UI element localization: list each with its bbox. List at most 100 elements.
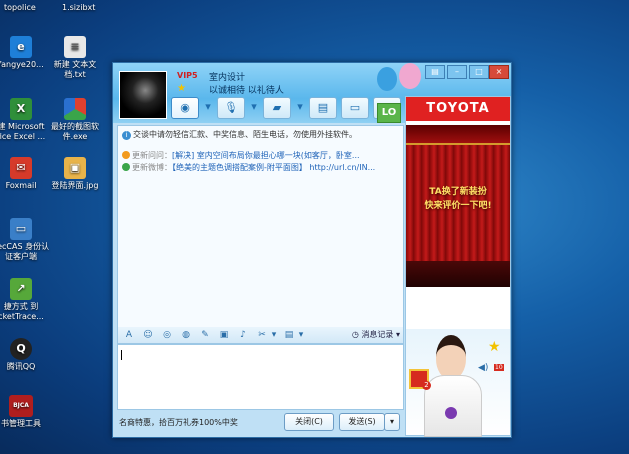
lo-badge[interactable]: LO bbox=[377, 103, 401, 123]
folder-icon: ▰ bbox=[272, 101, 282, 114]
brand-banner[interactable]: TOYOTA bbox=[406, 97, 510, 121]
image-icon[interactable]: ▣ bbox=[216, 328, 232, 342]
send-button[interactable]: 发送(S) bbox=[339, 413, 385, 431]
foxmail-icon: ✉ bbox=[10, 157, 32, 179]
close-window-button[interactable]: × bbox=[489, 65, 509, 79]
curtain-top bbox=[406, 125, 510, 145]
desktop-icon-label: fangye20... bbox=[0, 60, 44, 69]
shortcut-icon: ↗ bbox=[10, 278, 32, 300]
qq-icon: Q bbox=[10, 338, 32, 360]
stage-ad-line2: 快来评价一下吧! bbox=[424, 201, 492, 211]
desktop-icon-label: 登陆界面.jpg bbox=[51, 181, 99, 190]
doodle-icon[interactable]: ✎ bbox=[197, 328, 213, 342]
maximize-button[interactable]: □ bbox=[469, 65, 489, 79]
chat-bubble-button[interactable]: ▤ bbox=[309, 97, 337, 119]
chat-footer: 名商特惠，拾百万礼券100%中奖 关闭(C) 发送(S) ▾ bbox=[117, 411, 402, 433]
stage-ad[interactable]: TA换了新装扮 快来评价一下吧! bbox=[406, 125, 510, 287]
star-icon: ★ bbox=[177, 83, 186, 94]
desktop-icon-label: 捷方式 到 cketTrace... bbox=[0, 302, 44, 321]
desktop-icon-screenshot-app[interactable]: 最好的截图软件.exe bbox=[46, 98, 104, 142]
message-history-button[interactable]: ◷ 消息记录 ▾ bbox=[352, 329, 400, 340]
video-call-button[interactable]: ◉ bbox=[171, 97, 199, 119]
promo-link[interactable]: 名商特惠，拾百万礼券100%中奖 bbox=[119, 417, 238, 428]
weibo-icon bbox=[122, 163, 130, 171]
clock-icon: ◷ bbox=[351, 330, 359, 339]
desktop-label-sizibxt: 1.sizibxt bbox=[62, 3, 96, 12]
music-icon[interactable]: ♪ bbox=[235, 328, 251, 342]
scissors-icon[interactable]: ✂ bbox=[254, 328, 270, 342]
desktop-icon-text-file[interactable]: ≡ 新建 文本文档.txt bbox=[46, 36, 104, 80]
desktop-icon-label: 最好的截图软件.exe bbox=[51, 122, 99, 141]
desktop-icon-label: 腾讯QQ bbox=[6, 362, 36, 371]
news-link[interactable]: 【绝美的主题色调搭配案例-附平面图】 http://url.cn/IN... bbox=[172, 163, 375, 172]
bjca-badge: BJCA bbox=[13, 402, 29, 409]
minimize-button[interactable]: – bbox=[447, 65, 467, 79]
qq-show-avatar[interactable]: 2 ★ ◀) 10 bbox=[406, 329, 510, 437]
security-notice: i 交谈中请勿轻信汇款、中奖信息、陌生电话，勿使用外挂软件。 bbox=[122, 129, 357, 140]
chevron-down-icon[interactable]: ▾ bbox=[249, 97, 259, 117]
contact-name[interactable]: 室内设计 bbox=[209, 70, 245, 83]
monitor-icon: ▭ bbox=[349, 101, 361, 114]
send-file-button[interactable]: ▰ bbox=[263, 97, 291, 119]
excel-icon: X bbox=[10, 98, 32, 120]
voice-call-button[interactable]: 🎙 bbox=[217, 97, 245, 119]
chevron-down-icon: ▾ bbox=[395, 330, 400, 339]
chevron-down-icon[interactable]: ▾ bbox=[297, 328, 305, 342]
news-label: 更新微博： bbox=[132, 163, 172, 172]
desktop-label-topolice: topolice bbox=[4, 3, 36, 12]
news-item[interactable]: 更新微博：【绝美的主题色调搭配案例-附平面图】 http://url.cn/IN… bbox=[122, 162, 375, 173]
desktop-icon-seccas[interactable]: ▭ secCAS 身份认证客户端 bbox=[0, 218, 50, 262]
send-options-button[interactable]: ▾ bbox=[384, 413, 400, 431]
font-icon[interactable]: A bbox=[121, 328, 137, 342]
desktop-icon-label: 建 Microsoft fice Excel ... bbox=[0, 122, 46, 141]
image-file-icon: ▣ bbox=[64, 157, 86, 179]
ad-panel[interactable]: TOYOTA TA换了新装扮 快来评价一下吧! 2 ★ ◀) 10 bbox=[405, 96, 511, 437]
desktop-icon-ie[interactable]: e fangye20... bbox=[0, 36, 50, 70]
message-input[interactable] bbox=[117, 344, 404, 410]
history-label: 消息记录 bbox=[361, 330, 394, 339]
info-icon: i bbox=[122, 131, 131, 140]
calendar-icon[interactable]: ▤ bbox=[281, 328, 297, 342]
message-icon: ▤ bbox=[317, 101, 329, 114]
computer-icon: ▭ bbox=[10, 218, 32, 240]
chevron-down-icon[interactable]: ▾ bbox=[270, 328, 278, 342]
chevron-down-icon[interactable]: ▾ bbox=[203, 97, 213, 117]
emoji-icon[interactable]: ☺ bbox=[140, 328, 156, 342]
desktop-icon-label: 书管理工具 bbox=[1, 419, 41, 428]
desktop-icon-image-file[interactable]: ▣ 登陆界面.jpg bbox=[46, 157, 104, 191]
desktop-icon-label: Foxmail bbox=[5, 181, 37, 190]
magic-emoji-icon[interactable]: ◎ bbox=[159, 328, 175, 342]
news-label: 更新问问： bbox=[132, 151, 172, 160]
desktop-icon-label: 新建 文本文档.txt bbox=[53, 60, 97, 79]
skin-button[interactable]: ▤ bbox=[425, 65, 445, 79]
desktop-icon-shortcut[interactable]: ↗ 捷方式 到 cketTrace... bbox=[0, 278, 50, 322]
chevron-down-icon[interactable]: ▾ bbox=[295, 97, 305, 117]
desktop-icon-qq[interactable]: Q 腾讯QQ bbox=[0, 338, 50, 372]
nudge-icon[interactable]: ◍ bbox=[178, 328, 194, 342]
balloon-decoration bbox=[399, 63, 421, 89]
message-history-area[interactable]: i 交谈中请勿轻信汇款、中奖信息、陌生电话，勿使用外挂软件。 更新问问：[解决] … bbox=[117, 125, 404, 329]
desktop-icon-bjca[interactable]: BJCA 书管理工具 bbox=[0, 395, 50, 429]
star-icon[interactable]: ★ bbox=[488, 339, 501, 355]
remote-desktop-button[interactable]: ▭ bbox=[341, 97, 369, 119]
balloon-decoration bbox=[377, 67, 397, 91]
sound-count-badge: 10 bbox=[494, 364, 504, 371]
close-button[interactable]: 关闭(C) bbox=[284, 413, 334, 431]
avatar-head bbox=[436, 335, 466, 379]
security-notice-text: 交谈中请勿轻信汇款、中奖信息、陌生电话，勿使用外挂软件。 bbox=[133, 130, 357, 139]
contact-avatar[interactable] bbox=[119, 71, 167, 119]
qq-chat-window: VIP5 ★ 室内设计 以诚相待 以礼待人 ▤ – □ × ◉ ▾ 🎙 ▾ ▰ … bbox=[112, 62, 512, 438]
wenwen-icon bbox=[122, 151, 130, 159]
webcam-icon: ◉ bbox=[180, 101, 190, 114]
bjca-icon: BJCA bbox=[9, 395, 33, 417]
desktop-icon-excel[interactable]: X 建 Microsoft fice Excel ... bbox=[0, 98, 50, 142]
format-toolbar: A ☺ ◎ ◍ ✎ ▣ ♪ ✂ ▾ ▤ ▾ ◷ 消息记录 ▾ bbox=[117, 327, 404, 344]
microphone-icon: 🎙 bbox=[224, 101, 238, 114]
news-link[interactable]: [解决] 室内空间布局你最担心哪一块(如客厅，卧室... bbox=[172, 151, 360, 160]
stage-floor bbox=[406, 261, 510, 287]
stage-ad-text: TA换了新装扮 快来评价一下吧! bbox=[406, 185, 510, 213]
text-file-icon: ≡ bbox=[64, 36, 86, 58]
desktop-icon-foxmail[interactable]: ✉ Foxmail bbox=[0, 157, 50, 191]
news-item[interactable]: 更新问问：[解决] 室内空间布局你最担心哪一块(如客厅，卧室... bbox=[122, 150, 360, 161]
sound-icon[interactable]: ◀) bbox=[478, 363, 488, 373]
